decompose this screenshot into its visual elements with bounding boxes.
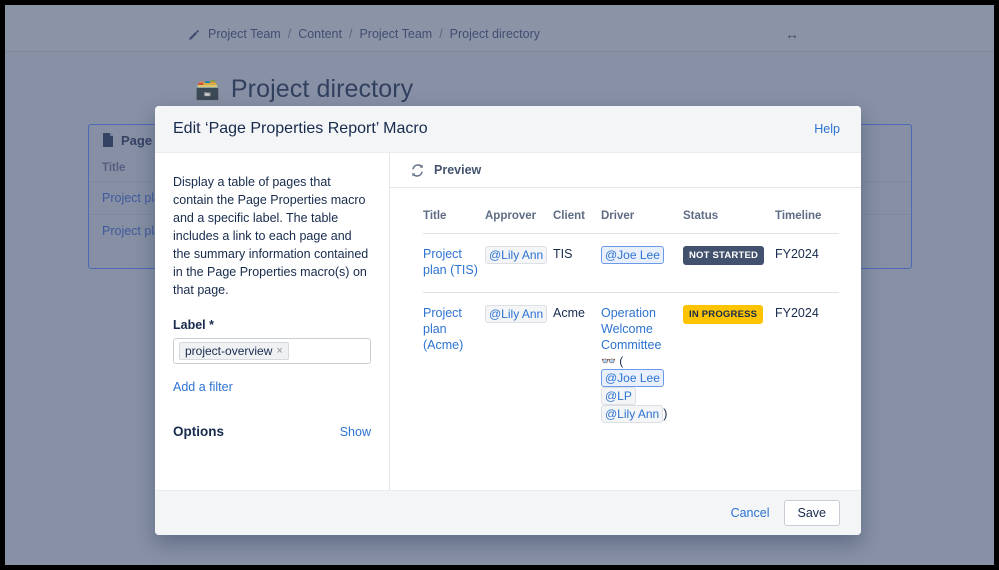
- label-chip-text: project-overview: [185, 344, 272, 358]
- macro-config-pane: Display a table of pages that contain th…: [155, 153, 390, 490]
- table-row: Project plan (Acme) @Lily Ann Acme Opera…: [423, 293, 839, 438]
- refresh-icon[interactable]: [410, 163, 425, 178]
- macro-description: Display a table of pages that contain th…: [173, 173, 371, 299]
- status-badge: IN PROGRESS: [683, 305, 763, 324]
- driver-mention-line: @LP: [601, 387, 677, 405]
- dialog-header: Edit ‘Page Properties Report’ Macro Help: [155, 106, 861, 153]
- close-icon[interactable]: ×: [276, 345, 282, 357]
- column-header-approver: Approver: [485, 210, 553, 234]
- cell-driver: Operation Welcome Committee 👓 ( @Joe Lee…: [601, 293, 683, 438]
- cell-client: Acme: [553, 293, 601, 438]
- column-header-title: Title: [423, 210, 485, 234]
- save-button[interactable]: Save: [784, 500, 841, 526]
- page-link[interactable]: Project plan (Acme): [423, 306, 463, 352]
- preview-table-container: Title Approver Client Driver Status Time…: [390, 188, 861, 490]
- column-header-status: Status: [683, 210, 775, 234]
- label-chip[interactable]: project-overview ×: [179, 342, 289, 360]
- preview-pane: Preview Title Approver Client Driver Sta…: [390, 153, 861, 490]
- options-row: Options Show: [173, 424, 371, 439]
- dialog-body: Display a table of pages that contain th…: [155, 153, 861, 490]
- column-header-driver: Driver: [601, 210, 683, 234]
- driver-mention-group: 👓 ( @Joe Lee @LP @Lily Ann): [601, 353, 677, 423]
- label-field-label: Label *: [173, 318, 371, 332]
- cell-timeline: FY2024: [775, 234, 839, 293]
- driver-mention-line: @Lily Ann): [601, 405, 677, 423]
- cancel-button[interactable]: Cancel: [731, 506, 770, 520]
- driver-link[interactable]: Operation Welcome Committee: [601, 306, 661, 352]
- page-link[interactable]: Project plan (TIS): [423, 247, 478, 277]
- add-filter-link[interactable]: Add a filter: [173, 380, 371, 394]
- dialog-title: Edit ‘Page Properties Report’ Macro: [173, 120, 428, 138]
- cell-title: Project plan (TIS): [423, 234, 485, 293]
- cell-status: NOT STARTED: [683, 234, 775, 293]
- mention-chip[interactable]: @Joe Lee: [601, 369, 664, 387]
- table-header-row: Title Approver Client Driver Status Time…: [423, 210, 839, 234]
- cell-client: TIS: [553, 234, 601, 293]
- column-header-timeline: Timeline: [775, 210, 839, 234]
- cell-approver: @Lily Ann: [485, 293, 553, 438]
- cell-approver: @Lily Ann: [485, 234, 553, 293]
- dialog-footer: Cancel Save: [155, 490, 861, 535]
- driver-suffix: ): [663, 407, 667, 421]
- cell-status: IN PROGRESS: [683, 293, 775, 438]
- mention-chip[interactable]: @Lily Ann: [485, 246, 547, 264]
- preview-header: Preview: [390, 153, 861, 188]
- cell-timeline: FY2024: [775, 293, 839, 438]
- cell-driver: @Joe Lee: [601, 234, 683, 293]
- table-row: Project plan (TIS) @Lily Ann TIS @Joe Le…: [423, 234, 839, 293]
- options-show-toggle[interactable]: Show: [340, 425, 371, 439]
- help-link[interactable]: Help: [814, 122, 840, 136]
- driver-mention-line: @Joe Lee: [601, 369, 677, 387]
- status-badge: NOT STARTED: [683, 246, 764, 265]
- mention-chip[interactable]: @Joe Lee: [601, 246, 664, 264]
- column-header-client: Client: [553, 210, 601, 234]
- mention-chip[interactable]: @LP: [601, 387, 636, 405]
- mention-chip[interactable]: @Lily Ann: [601, 405, 663, 423]
- screen: Project Team / Content / Project Team / …: [5, 5, 994, 565]
- cell-title: Project plan (Acme): [423, 293, 485, 438]
- preview-label: Preview: [434, 163, 481, 177]
- edit-macro-dialog: Edit ‘Page Properties Report’ Macro Help…: [155, 106, 861, 535]
- options-title: Options: [173, 424, 224, 439]
- page-properties-table: Title Approver Client Driver Status Time…: [423, 210, 839, 437]
- mention-chip[interactable]: @Lily Ann: [485, 305, 547, 323]
- glasses-icon: 👓 (: [601, 354, 623, 368]
- label-input[interactable]: project-overview ×: [173, 338, 371, 364]
